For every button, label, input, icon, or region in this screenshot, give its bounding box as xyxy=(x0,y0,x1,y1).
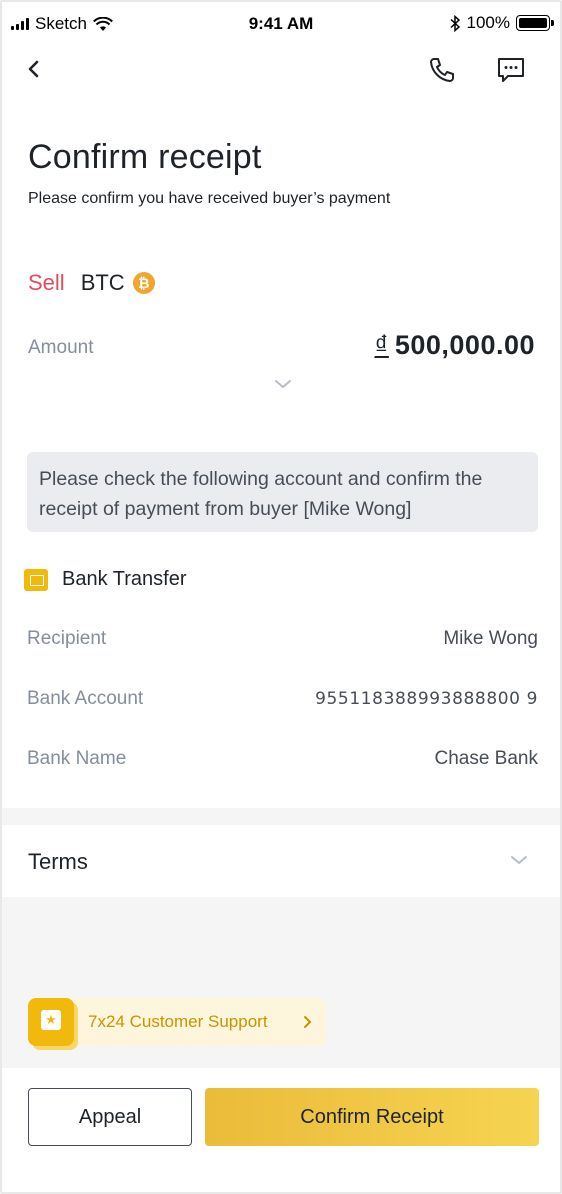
terms-section[interactable]: Terms xyxy=(2,825,560,897)
detail-label: Recipient xyxy=(27,628,107,649)
detail-value: 955118388993888800 9 xyxy=(315,689,538,709)
detail-row-bank-name: Bank Name Chase Bank xyxy=(27,748,538,770)
support-badge-icon xyxy=(28,998,74,1046)
chevron-right-icon xyxy=(304,1016,311,1028)
app-screen: Sketch 9:41 AM 100% Confirm receipt Plea… xyxy=(0,0,562,1194)
amount-number: 500,000.00 xyxy=(394,330,535,360)
customer-support-button[interactable]: 7x24 Customer Support xyxy=(28,998,326,1046)
currency-symbol: ₫ xyxy=(374,330,389,360)
detail-row-recipient: Recipient Mike Wong xyxy=(27,628,538,650)
detail-label: Bank Name xyxy=(27,748,127,769)
appeal-button[interactable]: Appeal xyxy=(28,1088,192,1146)
payment-notice: Please check the following account and c… xyxy=(27,452,538,532)
trade-summary: Sell BTC ₿ xyxy=(28,270,155,296)
payment-method: Bank Transfer xyxy=(24,568,187,591)
bitcoin-icon: ₿ xyxy=(132,272,155,294)
nav-bar xyxy=(2,46,560,96)
detail-value: Mike Wong xyxy=(443,628,538,649)
terms-label: Terms xyxy=(28,849,88,874)
chevron-down-icon[interactable] xyxy=(272,374,294,394)
customer-support-label: 7x24 Customer Support xyxy=(88,1012,268,1031)
detail-label: Bank Account xyxy=(27,688,144,709)
back-icon[interactable] xyxy=(22,56,48,82)
confirm-receipt-button[interactable]: Confirm Receipt xyxy=(205,1088,539,1146)
detail-value: Chase Bank xyxy=(434,748,538,769)
chat-icon[interactable] xyxy=(496,56,526,84)
amount-label: Amount xyxy=(28,337,94,358)
amount-value: ₫ 500,000.00 xyxy=(375,330,536,361)
trade-side: Sell xyxy=(28,270,65,295)
page-subtitle: Please confirm you have received buyer’s… xyxy=(28,190,391,207)
phone-icon[interactable] xyxy=(428,56,456,84)
action-footer: Appeal Confirm Receipt xyxy=(2,1068,560,1192)
bluetooth-icon xyxy=(450,14,460,32)
page-title: Confirm receipt xyxy=(28,138,262,176)
trade-asset: BTC xyxy=(80,270,125,295)
status-right: 100% xyxy=(450,13,554,33)
payment-method-label: Bank Transfer xyxy=(62,568,187,590)
chevron-down-icon[interactable] xyxy=(508,851,530,869)
status-bar: Sketch 9:41 AM 100% xyxy=(2,2,560,46)
detail-row-bank-account: Bank Account 955118388993888800 9 xyxy=(27,688,538,710)
battery-icon xyxy=(516,15,554,31)
bank-card-icon xyxy=(24,568,48,591)
battery-percent: 100% xyxy=(466,13,510,32)
